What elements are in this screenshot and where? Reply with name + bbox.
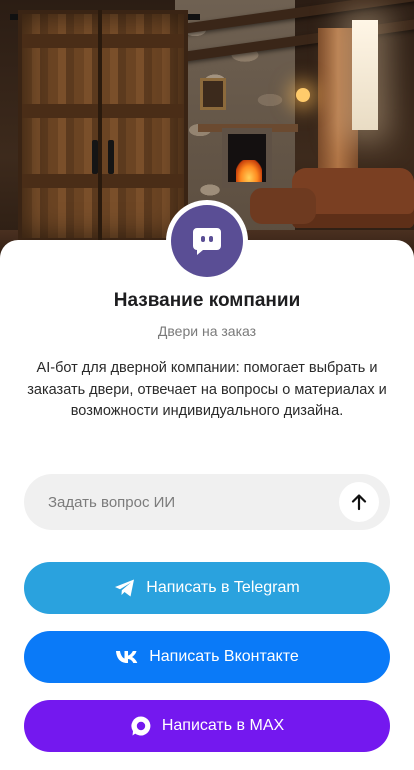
telegram-icon <box>114 578 136 598</box>
fire <box>236 160 262 182</box>
door-handle <box>92 140 98 174</box>
door-split <box>98 10 102 242</box>
lamp <box>296 88 310 102</box>
chat-bubble-icon <box>191 226 223 256</box>
window <box>352 20 378 130</box>
ask-ai-field <box>24 474 390 530</box>
avatar <box>166 200 248 282</box>
company-subtitle: Двери на заказ <box>157 323 257 339</box>
barn-door <box>18 10 188 242</box>
ask-ai-input[interactable] <box>48 474 338 530</box>
vk-button[interactable]: Написать Вконтакте <box>24 631 390 683</box>
max-icon <box>130 715 152 737</box>
bot-description: AI-бот для дверной компании: помогает вы… <box>27 360 387 419</box>
vk-icon <box>115 650 139 664</box>
arrow-up-icon <box>351 493 367 511</box>
max-button[interactable]: Написать в MAX <box>24 700 390 752</box>
bot-landing-page: Название компании Двери на заказ AI-бот … <box>0 0 414 770</box>
send-button[interactable] <box>339 482 379 522</box>
company-name: Название компании <box>113 290 301 311</box>
telegram-button-label: Написать в Telegram <box>146 579 300 596</box>
leather-chair <box>250 188 316 224</box>
vk-button-label: Написать Вконтакте <box>149 648 299 665</box>
max-button-label: Написать в MAX <box>161 717 285 734</box>
door-handle <box>108 140 114 174</box>
wall-picture <box>200 78 226 110</box>
telegram-button[interactable]: Написать в Telegram <box>24 562 390 614</box>
avatar-circle <box>171 205 243 277</box>
